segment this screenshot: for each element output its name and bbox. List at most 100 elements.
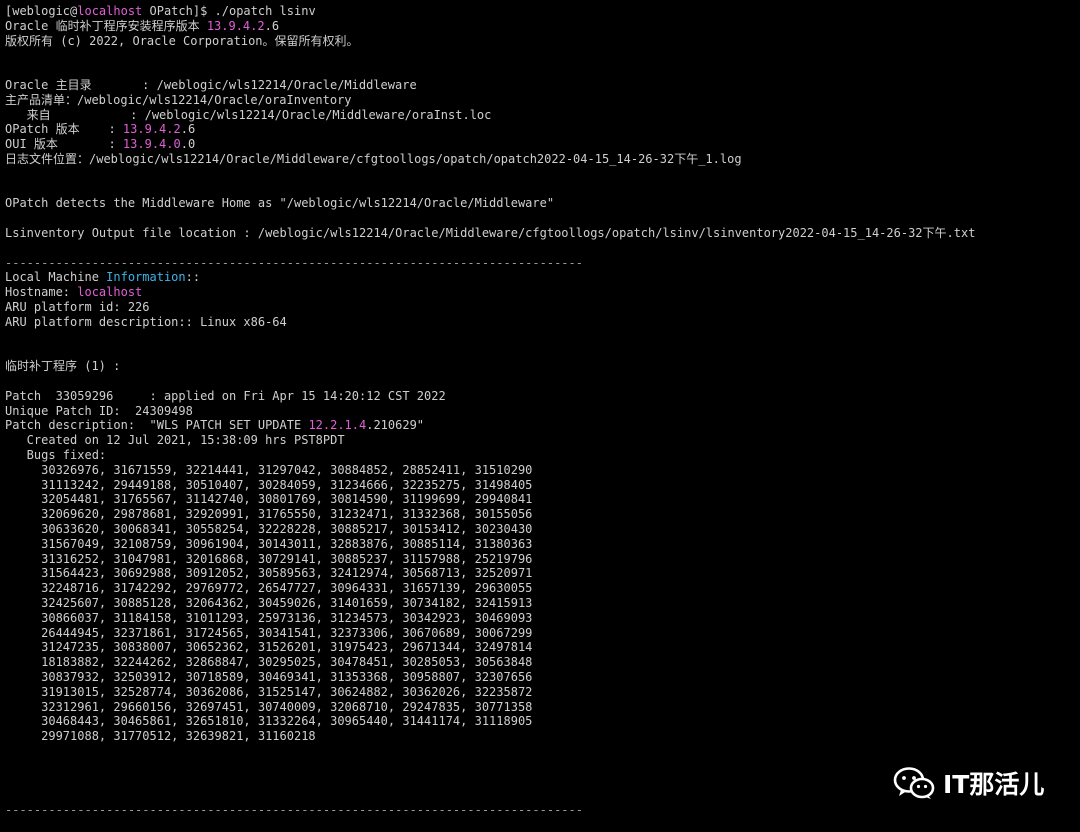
terminal-text: Hostname: xyxy=(5,285,78,300)
terminal-text: Oracle 主目录 : /weblogic/wls12214/Oracle/M… xyxy=(5,78,417,92)
terminal-line: 日志文件位置：/weblogic/wls12214/Oracle/Middlew… xyxy=(5,152,742,167)
wechat-icon xyxy=(893,767,935,799)
terminal-text: 31567049, 32108759, 30961904, 30143011, … xyxy=(5,536,533,551)
terminal-line: 31113242, 29449188, 30510407, 30284059, … xyxy=(5,478,532,493)
terminal-line: ----------------------------------------… xyxy=(5,803,583,818)
terminal-line: OPatch 版本 : 13.9.4.2.6 xyxy=(5,122,195,137)
terminal-line: 31316252, 31047981, 32016868, 30729141, … xyxy=(5,552,532,567)
terminal-text: 30468443, 30465861, 32651810, 31332264, … xyxy=(5,714,533,729)
terminal-line: Local Machine Information:: xyxy=(5,270,200,285)
terminal-text: 临时补丁程序 (1) : xyxy=(5,359,121,374)
terminal-line: OPatch detects the Middleware Home as "/… xyxy=(5,196,554,211)
terminal-line: OUI 版本 : 13.9.4.0.0 xyxy=(5,137,195,152)
terminal-line: 主产品清单：/weblogic/wls12214/Oracle/oraInven… xyxy=(5,93,352,108)
terminal-text: Patch description: "WLS PATCH SET UPDATE xyxy=(5,418,309,433)
terminal-text: 30866037, 31184158, 31011293, 25973136, … xyxy=(5,610,533,625)
terminal-text: 31113242, 29449188, 30510407, 30284059, … xyxy=(5,477,533,492)
terminal-text: 29971088, 31770512, 32639821, 31160218 xyxy=(5,729,316,744)
terminal-line: 30837932, 32503912, 30718589, 30469341, … xyxy=(5,670,532,685)
terminal-line: 26444945, 32371861, 31724565, 30341541, … xyxy=(5,626,532,641)
terminal-text: 18183882, 32244262, 32868847, 30295025, … xyxy=(5,655,533,670)
terminal-line: ----------------------------------------… xyxy=(5,256,583,271)
terminal-text-mag: localhost xyxy=(77,285,143,300)
terminal-text: [weblogic@ xyxy=(5,4,78,18)
watermark: IT那活儿 xyxy=(893,764,1044,802)
terminal-text-mag: 12.2.1.4 xyxy=(308,418,367,433)
terminal-line: 31913015, 32528774, 30362086, 31525147, … xyxy=(5,685,532,700)
terminal-text: 26444945, 32371861, 31724565, 30341541, … xyxy=(5,625,533,640)
terminal-line: 30326976, 31671559, 32214441, 31297042, … xyxy=(5,463,532,478)
terminal-text: Unique Patch ID: 24309498 xyxy=(5,403,193,418)
terminal-line: Created on 12 Jul 2021, 15:38:09 hrs PST… xyxy=(5,433,345,448)
terminal-text: .6 xyxy=(264,18,280,33)
terminal-text: 主产品清单：/weblogic/wls12214/Oracle/oraInven… xyxy=(5,92,352,107)
terminal-text: 32069620, 29878681, 32920991, 31765550, … xyxy=(5,507,533,522)
terminal-text: Created on 12 Jul 2021, 15:38:09 hrs PST… xyxy=(5,433,345,448)
terminal-text: 30837932, 32503912, 30718589, 30469341, … xyxy=(5,670,533,684)
terminal-line: ARU platform description:: Linux x86-64 xyxy=(5,315,287,330)
terminal-line: 31564423, 30692988, 30912052, 30589563, … xyxy=(5,566,532,581)
terminal-text: 32248716, 31742292, 29769772, 26547727, … xyxy=(5,581,533,596)
terminal-text-sep: ----------------------------------------… xyxy=(5,255,583,270)
terminal-line: 30468443, 30465861, 32651810, 31332264, … xyxy=(5,714,532,729)
terminal-text-sep: ----------------------------------------… xyxy=(5,803,583,818)
terminal-line: 31247235, 30838007, 30652362, 31526201, … xyxy=(5,640,532,655)
terminal-line: Oracle 临时补丁程序安装程序版本 13.9.4.2.6 xyxy=(5,19,279,34)
terminal-window[interactable]: [weblogic@localhost OPatch]$ ./opatch ls… xyxy=(0,0,1080,832)
terminal-text-mag: 13.9.4.0 xyxy=(122,137,181,152)
terminal-text: ARU platform id: 226 xyxy=(5,300,150,314)
terminal-text: OPatch 版本 : xyxy=(5,122,123,137)
terminal-line: 32248716, 31742292, 29769772, 26547727, … xyxy=(5,581,532,596)
terminal-text-mag: 13.9.4.2 xyxy=(206,18,265,33)
terminal-line: 18183882, 32244262, 32868847, 30295025, … xyxy=(5,655,532,670)
terminal-text: ARU platform description:: Linux x86-64 xyxy=(5,314,287,329)
terminal-line: Bugs fixed: xyxy=(5,448,106,463)
terminal-text: 31564423, 30692988, 30912052, 30589563, … xyxy=(5,566,533,581)
terminal-line: Lsinventory Output file location : /webl… xyxy=(5,226,975,241)
terminal-line: Patch 33059296 : applied on Fri Apr 15 1… xyxy=(5,389,446,404)
terminal-line: 32312961, 29660156, 32697451, 30740009, … xyxy=(5,700,532,715)
terminal-line: 30633620, 30068341, 30558254, 32228228, … xyxy=(5,522,532,537)
terminal-line: Hostname: localhost xyxy=(5,285,142,300)
terminal-line: 29971088, 31770512, 32639821, 31160218 xyxy=(5,729,316,744)
terminal-text: 32312961, 29660156, 32697451, 30740009, … xyxy=(5,699,533,714)
terminal-text: Lsinventory Output file location : /webl… xyxy=(5,226,976,240)
terminal-text: 来自 : /weblogic/wls12214/Oracle/Middlewar… xyxy=(5,107,492,122)
terminal-line: 32054481, 31765567, 31142740, 30801769, … xyxy=(5,492,532,507)
terminal-text: Local Machine xyxy=(5,270,107,285)
terminal-text: .0 xyxy=(180,137,196,152)
terminal-text: Bugs fixed: xyxy=(5,448,107,462)
terminal-text: Oracle 临时补丁程序安装程序版本 xyxy=(5,18,207,33)
terminal-line: 来自 : /weblogic/wls12214/Oracle/Middlewar… xyxy=(5,107,492,123)
terminal-text: OUI 版本 : xyxy=(5,137,123,152)
terminal-text: 30326976, 31671559, 32214441, 31297042, … xyxy=(5,462,533,477)
terminal-line: Unique Patch ID: 24309498 xyxy=(5,404,193,419)
terminal-line: 32425607, 30885128, 32064362, 30459026, … xyxy=(5,596,532,611)
watermark-text: IT那活儿 xyxy=(943,770,1045,799)
terminal-text: 32425607, 30885128, 32064362, 30459026, … xyxy=(5,596,533,610)
terminal-line: 32069620, 29878681, 32920991, 31765550, … xyxy=(5,507,532,522)
terminal-text: 31247235, 30838007, 30652362, 31526201, … xyxy=(5,640,533,655)
terminal-line: 31567049, 32108759, 30961904, 30143011, … xyxy=(5,537,532,552)
terminal-text: 31316252, 31047981, 32016868, 30729141, … xyxy=(5,551,533,566)
terminal-text-cyan: Information xyxy=(106,270,186,285)
terminal-text: .210629" xyxy=(366,418,425,433)
terminal-line: 临时补丁程序 (1) : xyxy=(5,359,120,374)
terminal-text-mag: 13.9.4.2 xyxy=(122,122,181,137)
terminal-line: [weblogic@localhost OPatch]$ ./opatch ls… xyxy=(5,4,316,19)
terminal-text: OPatch detects the Middleware Home as "/… xyxy=(5,196,555,211)
terminal-text: 版权所有 (c) 2022, Oracle Corporation。保留所有权利… xyxy=(5,33,359,48)
terminal-line: 版权所有 (c) 2022, Oracle Corporation。保留所有权利… xyxy=(5,34,359,49)
terminal-text-mag: localhost xyxy=(77,4,143,18)
terminal-line: Oracle 主目录 : /weblogic/wls12214/Oracle/M… xyxy=(5,78,417,93)
terminal-line: ARU platform id: 226 xyxy=(5,300,150,315)
terminal-text: OPatch]$ ./opatch lsinv xyxy=(142,4,316,18)
terminal-text: :: xyxy=(185,270,201,285)
terminal-text: 日志文件位置：/weblogic/wls12214/Oracle/Middlew… xyxy=(5,152,742,166)
terminal-text: 31913015, 32528774, 30362086, 31525147, … xyxy=(5,684,533,699)
terminal-text: 32054481, 31765567, 31142740, 30801769, … xyxy=(5,492,533,507)
terminal-text: Patch 33059296 : applied on Fri Apr 15 1… xyxy=(5,388,446,403)
terminal-text: 30633620, 30068341, 30558254, 32228228, … xyxy=(5,522,533,536)
terminal-text: .6 xyxy=(180,122,196,137)
terminal-line: 30866037, 31184158, 31011293, 25973136, … xyxy=(5,611,532,626)
